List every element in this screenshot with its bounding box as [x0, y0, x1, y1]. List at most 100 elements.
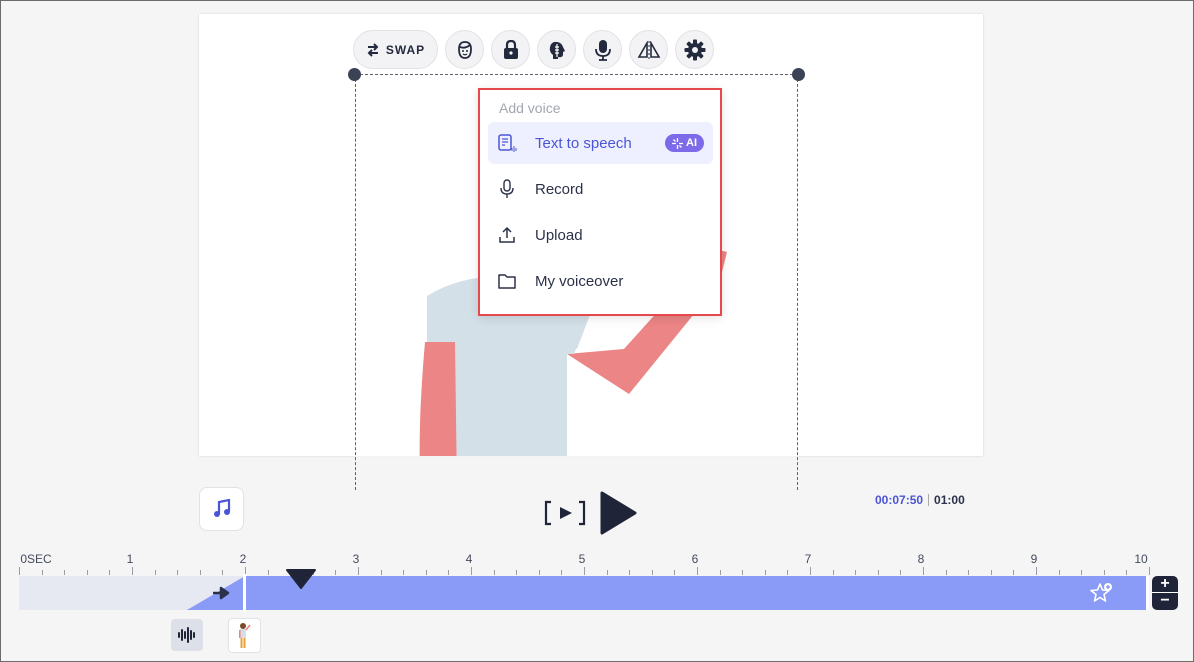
ruler-tick [855, 570, 856, 575]
ruler-tick [200, 570, 201, 575]
swap-button[interactable]: SWAP [353, 30, 438, 69]
ruler-tick [765, 570, 766, 575]
current-time: 00:07:50 [875, 493, 923, 507]
flip-icon [637, 41, 661, 59]
ruler-tick [674, 570, 675, 575]
swap-label: SWAP [386, 43, 425, 57]
tick-label: 8 [918, 552, 925, 566]
character-avatar-icon [229, 619, 260, 652]
ruler-tick [833, 570, 834, 575]
folder-icon [486, 273, 528, 289]
character-thumbnail[interactable] [228, 618, 261, 653]
menu-item-my-voiceover[interactable]: My voiceover [488, 260, 713, 302]
scene-clip[interactable] [245, 576, 1147, 610]
resize-handle-top-right[interactable] [792, 68, 805, 81]
tick-label: 9 [1031, 552, 1038, 566]
ruler-tick [222, 570, 223, 575]
ruler-tick [471, 567, 472, 575]
lip-sync-button[interactable] [537, 30, 576, 69]
clip-end-handle[interactable] [1146, 576, 1149, 610]
ruler-tick [900, 570, 901, 575]
face-icon [455, 40, 475, 60]
ruler-tick [561, 570, 562, 575]
preview-bracket-play-icon [543, 500, 587, 526]
ruler-tick [584, 567, 585, 575]
tick-label: 1 [127, 552, 134, 566]
tick-label: 5 [579, 552, 586, 566]
tick-label: 10 [1134, 552, 1147, 566]
menu-item-upload[interactable]: Upload [488, 214, 713, 256]
character-overflow-fade [354, 456, 798, 492]
settings-gear-icon [684, 39, 706, 61]
ruler-tick [1013, 570, 1014, 575]
zoom-in-button[interactable]: + [1152, 576, 1178, 593]
menu-item-label: Text to speech [535, 135, 632, 152]
text-to-speech-icon [486, 133, 528, 153]
preview-scene-button[interactable] [543, 499, 587, 527]
resize-handle-top-left[interactable] [348, 68, 361, 81]
ruler-tick [494, 570, 495, 575]
ruler-tick [607, 570, 608, 575]
ruler-tick [426, 570, 427, 575]
audio-track-chip[interactable] [171, 619, 203, 651]
ruler-tick [697, 567, 698, 575]
upload-icon [486, 226, 528, 244]
lock-button[interactable] [491, 30, 530, 69]
ruler-tick [109, 570, 110, 575]
ruler-tick [629, 570, 630, 575]
ruler-tick [1104, 570, 1105, 575]
ruler-tick [1149, 567, 1150, 575]
expression-button[interactable] [445, 30, 484, 69]
add-voice-menu: Add voice Text to speech AI Record Uploa… [478, 88, 722, 316]
menu-item-label: My voiceover [535, 273, 623, 290]
tick-label: 2 [240, 552, 247, 566]
transition-arrow-icon[interactable] [212, 585, 232, 601]
star-add-icon[interactable] [1090, 581, 1114, 605]
ruler-tick [1059, 570, 1060, 575]
ruler-tick [878, 570, 879, 575]
sparkle-icon [672, 138, 683, 149]
ruler-tick [539, 570, 540, 575]
ruler-tick [358, 567, 359, 575]
ruler-tick [381, 570, 382, 575]
tick-label: 0SEC [20, 552, 51, 566]
playhead[interactable] [285, 569, 317, 589]
head-profile-icon [546, 40, 568, 60]
ruler-tick [923, 567, 924, 575]
music-button[interactable] [199, 487, 244, 531]
zoom-control: + − [1152, 576, 1178, 610]
ruler-tick [403, 570, 404, 575]
ruler-tick [42, 570, 43, 575]
settings-button[interactable] [675, 30, 714, 69]
ruler-tick [1036, 567, 1037, 575]
zoom-out-button[interactable]: − [1152, 593, 1178, 610]
ai-badge: AI [665, 134, 704, 152]
total-time: 01:00 [934, 493, 965, 507]
tick-label: 4 [466, 552, 473, 566]
tick-label: 6 [692, 552, 699, 566]
ruler-tick [946, 570, 947, 575]
time-separator [928, 494, 929, 506]
ruler-tick [132, 567, 133, 575]
ruler-tick [1126, 570, 1127, 575]
ruler-tick [64, 570, 65, 575]
clip-divider[interactable] [243, 574, 246, 612]
play-button[interactable] [599, 491, 637, 535]
voice-button[interactable] [583, 30, 622, 69]
ruler-tick [177, 570, 178, 575]
menu-item-label: Record [535, 181, 583, 198]
character-toolbar: SWAP [353, 30, 714, 69]
swap-icon [366, 43, 380, 57]
flip-button[interactable] [629, 30, 668, 69]
audio-waveform-icon [177, 627, 197, 643]
ruler-tick [448, 570, 449, 575]
ruler-tick [968, 570, 969, 575]
ruler-tick [787, 570, 788, 575]
menu-title: Add voice [499, 100, 560, 116]
menu-item-record[interactable]: Record [488, 168, 713, 210]
menu-item-label: Upload [535, 227, 583, 244]
ruler-tick [810, 567, 811, 575]
menu-item-text-to-speech[interactable]: Text to speech AI [488, 122, 713, 164]
selection-border [355, 74, 798, 75]
selection-border-right [797, 74, 798, 490]
